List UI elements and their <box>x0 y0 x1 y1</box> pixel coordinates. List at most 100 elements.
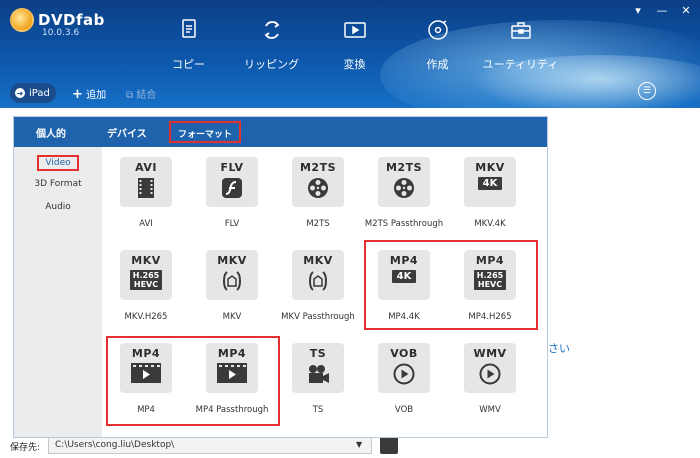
background-partial-text: さい <box>548 342 570 355</box>
tab-format[interactable]: フォーマット <box>169 121 242 143</box>
format-label: MKV.4K <box>474 219 506 229</box>
sub-toolbar: ➜ iPad + 追加 ⧉ 結合 ☰ <box>0 80 700 108</box>
merge-label: 結合 <box>136 90 157 101</box>
h265-badge: H.265 HEVC <box>129 270 163 290</box>
format-tile: FLV <box>206 157 258 207</box>
nav-copy-label: コピー <box>172 58 205 71</box>
format-title: MKV <box>131 254 161 267</box>
format-label: WMV <box>479 405 501 415</box>
format-label: TS <box>312 405 324 415</box>
format-mkv-4k[interactable]: MKV 4K MKV.4K <box>456 153 542 241</box>
film-strip-icon <box>138 178 154 198</box>
format-title: TS <box>309 347 327 360</box>
format-tile: MKV 4K <box>464 157 516 207</box>
app-logo-text: DVDfab <box>38 11 105 29</box>
minimize-button[interactable]: — <box>656 4 668 17</box>
tab-device[interactable]: デバイス <box>107 125 147 140</box>
creator-icon <box>427 20 448 40</box>
format-wmv[interactable]: WMV WMV <box>456 339 542 427</box>
nav-ripper-label: リッピング <box>244 58 299 71</box>
matroska-icon <box>309 271 327 291</box>
merge-button[interactable]: ⧉ 結合 <box>126 86 156 101</box>
format-avi[interactable]: AVI AVI <box>112 153 198 241</box>
format-vob[interactable]: VOB VOB <box>370 339 456 427</box>
film-reel-icon <box>308 178 328 198</box>
format-flv[interactable]: FLV FLV <box>198 153 284 241</box>
sidebar-item-video[interactable]: Video <box>14 155 102 171</box>
nav-copy[interactable]: コピー <box>147 18 230 72</box>
format-label: MKV Passthrough <box>281 312 355 322</box>
list-menu-icon[interactable]: ☰ <box>638 82 656 100</box>
format-ts[interactable]: TS TS <box>284 339 370 427</box>
format-tile: MKV <box>206 250 258 300</box>
film-reel-icon <box>394 178 414 198</box>
nav-converter-label: 変換 <box>343 58 366 71</box>
format-tile: TS <box>292 343 344 393</box>
format-category-sidebar: Video 3D Format Audio <box>14 147 102 437</box>
format-title: MKV <box>217 254 247 267</box>
format-tile: MKV <box>292 250 344 300</box>
dropdown-menu-icon[interactable]: ▾ <box>632 4 644 17</box>
device-profile-label: iPad <box>29 87 50 99</box>
format-label: AVI <box>139 219 153 229</box>
format-title: MKV <box>303 254 333 267</box>
format-title: AVI <box>135 161 157 174</box>
highlight-box-mp4 <box>106 336 280 426</box>
format-tile: VOB <box>378 343 430 393</box>
tab-personal[interactable]: 個人的 <box>36 125 66 140</box>
dvdfab-logo-icon <box>10 8 34 32</box>
device-profile-button[interactable]: ➜ iPad <box>10 83 56 103</box>
play-circle-icon <box>393 363 415 385</box>
format-label: M2TS <box>306 219 330 229</box>
chevron-down-icon[interactable]: ▼ <box>356 440 362 449</box>
nav-ripper[interactable]: リッピング <box>230 18 313 72</box>
flash-icon <box>222 178 242 198</box>
format-title: WMV <box>473 347 507 360</box>
main-nav: コピー リッピング 変換 作成 ユーティリティ <box>147 18 562 72</box>
save-path-field[interactable]: C:\Users\cong.liu\Desktop\ <box>48 436 372 454</box>
save-location-label: 保存先: <box>10 443 41 453</box>
sidebar-item-video-label: Video <box>37 155 79 171</box>
format-label: MKV.H265 <box>124 312 168 322</box>
format-title: M2TS <box>299 161 337 174</box>
merge-icon: ⧉ <box>126 90 134 101</box>
format-mkv-h265[interactable]: MKV H.265 HEVC MKV.H265 <box>112 246 198 334</box>
format-mkv[interactable]: MKV MKV <box>198 246 284 334</box>
nav-converter[interactable]: 変換 <box>313 18 396 72</box>
sidebar-item-3d-format[interactable]: 3D Format <box>14 179 102 189</box>
folder-browse-button[interactable] <box>380 436 398 454</box>
arrow-right-icon: ➜ <box>15 88 25 98</box>
format-tile: M2TS <box>292 157 344 207</box>
app-header: DVDfab 10.0.3.6 ▾ — ✕ コピー リッピング 変換 作成 ユー… <box>0 0 700 108</box>
converter-icon <box>343 22 366 38</box>
format-tile: WMV <box>464 343 516 393</box>
format-label: M2TS Passthrough <box>364 219 444 229</box>
save-location-row: 保存先: C:\Users\cong.liu\Desktop\ ▼ <box>0 436 700 458</box>
format-tile: M2TS <box>378 157 430 207</box>
format-label: MKV <box>222 312 242 322</box>
sidebar-item-audio[interactable]: Audio <box>14 202 102 212</box>
4k-badge: 4K <box>477 177 503 190</box>
format-mkv-passthrough[interactable]: MKV MKV Passthrough <box>281 246 370 334</box>
highlight-box-mp4-hq <box>364 240 538 330</box>
popup-tab-bar: 個人的 デバイス フォーマット <box>14 117 547 147</box>
nav-utilities[interactable]: ユーティリティ <box>479 18 562 72</box>
window-controls: ▾ — ✕ <box>632 4 692 17</box>
app-version: 10.0.3.6 <box>42 28 80 38</box>
format-m2ts-passthrough[interactable]: M2TS M2TS Passthrough <box>365 153 456 241</box>
format-m2ts[interactable]: M2TS M2TS <box>284 153 370 241</box>
plus-icon: + <box>72 87 83 102</box>
format-tile: AVI <box>120 157 172 207</box>
nav-creator-label: 作成 <box>426 58 449 71</box>
nav-utilities-label: ユーティリティ <box>482 58 559 71</box>
close-button[interactable]: ✕ <box>680 4 692 17</box>
format-label: FLV <box>224 219 240 229</box>
format-tile: MKV H.265 HEVC <box>120 250 172 300</box>
play-circle-icon <box>479 363 501 385</box>
ripper-icon <box>264 21 279 39</box>
nav-creator[interactable]: 作成 <box>396 18 479 72</box>
add-label: 追加 <box>86 90 107 101</box>
add-button[interactable]: + 追加 <box>72 86 106 102</box>
profile-selector-popup: 個人的 デバイス フォーマット Video 3D Format Audio AV… <box>13 116 548 438</box>
format-label: VOB <box>394 405 414 415</box>
